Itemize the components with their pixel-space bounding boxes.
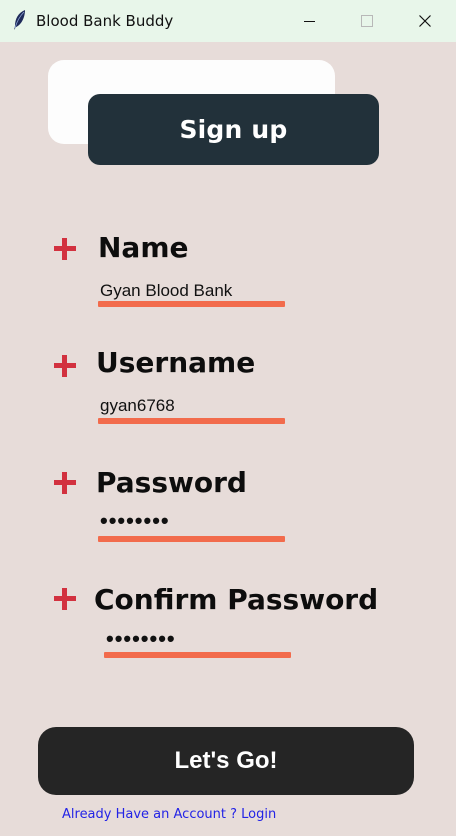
close-icon: [419, 15, 431, 27]
window-title: Blood Bank Buddy: [36, 12, 174, 30]
submit-button[interactable]: Let's Go!: [38, 727, 414, 795]
confirm-password-input[interactable]: [104, 626, 290, 652]
confirm-password-underline: [104, 652, 291, 658]
minimize-icon: [303, 20, 315, 22]
password-underline: [98, 536, 285, 542]
app-window: Blood Bank Buddy Sign up Name Username P…: [0, 0, 456, 836]
username-label: Username: [96, 346, 256, 379]
feather-icon: [12, 9, 28, 31]
confirm-password-label: Confirm Password: [94, 583, 379, 616]
password-input[interactable]: [98, 508, 284, 534]
username-underline: [98, 418, 285, 424]
title-bar[interactable]: Blood Bank Buddy: [0, 0, 456, 42]
maximize-icon: [361, 15, 373, 27]
page-title: Sign up: [179, 115, 288, 144]
name-label: Name: [98, 231, 189, 264]
plus-icon: [54, 238, 76, 260]
name-underline: [98, 301, 285, 307]
username-input[interactable]: [98, 393, 284, 419]
maximize-button[interactable]: [338, 0, 396, 42]
login-link[interactable]: Already Have an Account ? Login: [62, 807, 276, 822]
password-label: Password: [96, 466, 247, 499]
plus-icon: [54, 472, 76, 494]
close-button[interactable]: [396, 0, 454, 42]
plus-icon: [54, 355, 76, 377]
header-banner: Sign up: [88, 94, 379, 165]
minimize-button[interactable]: [280, 0, 338, 42]
plus-icon: [54, 588, 76, 610]
